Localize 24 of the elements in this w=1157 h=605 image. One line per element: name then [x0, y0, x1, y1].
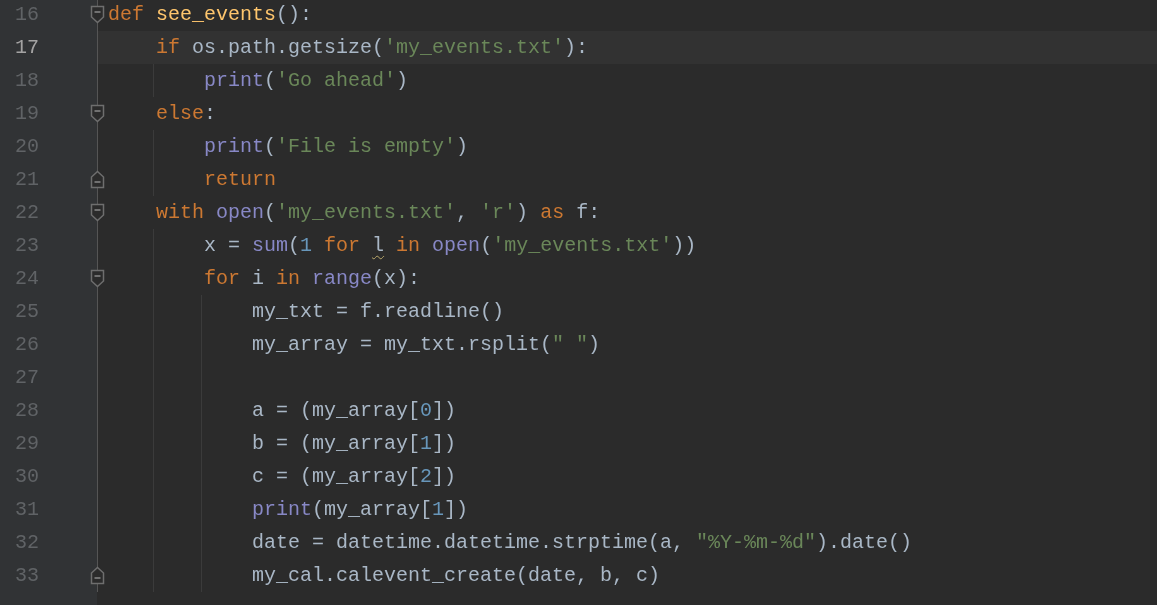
code-line: my_cal.calevent_create(date, b, c)	[252, 563, 661, 589]
code-line: print('Go ahead')	[204, 68, 409, 94]
fold-marker-icon[interactable]	[90, 170, 105, 189]
code-line: for i in range(x):	[204, 266, 421, 292]
fold-marker-icon[interactable]	[90, 566, 105, 585]
code-line: date = datetime.datetime.strptime(a, "%Y-%m-%d").date()	[252, 530, 913, 556]
code-line: my_array = my_txt.rsplit(" ")	[252, 332, 601, 358]
line-number: 17	[14, 35, 40, 61]
code-line: def see_events():	[108, 2, 313, 28]
code-line: if os.path.getsize('my_events.txt'):	[156, 35, 589, 61]
code-line: my_txt = f.readline()	[252, 299, 505, 325]
code-line: b = (my_array[1])	[252, 431, 457, 457]
code-line: x = sum(1 for l in open('my_events.txt'))	[204, 233, 697, 259]
code-line: print('File is empty')	[204, 134, 469, 160]
code-line: return	[204, 167, 276, 193]
code-line: c = (my_array[2])	[252, 464, 457, 490]
fold-marker-icon[interactable]	[90, 5, 105, 24]
code-line: a = (my_array[0])	[252, 398, 457, 424]
fold-marker-icon[interactable]	[90, 269, 105, 288]
code-line: with open('my_events.txt', 'r') as f:	[156, 200, 601, 226]
fold-marker-icon[interactable]	[90, 203, 105, 222]
fold-marker-icon[interactable]	[90, 104, 105, 123]
code-line: else:	[156, 101, 217, 127]
code-line: print(my_array[1])	[252, 497, 469, 523]
